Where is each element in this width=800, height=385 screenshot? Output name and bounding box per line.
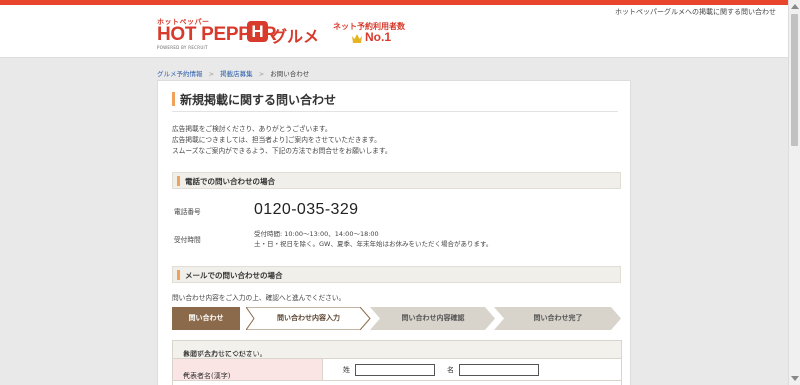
step-2-label: 問い合わせ内容入力: [277, 314, 340, 322]
phone-number[interactable]: 0120-035-329: [254, 201, 358, 219]
mail-section-heading: メールでの問い合わせの場合: [172, 266, 621, 283]
scroll-up-arrow-icon[interactable]: [791, 4, 799, 9]
intro-text: 広告掲載をご検討くださり、ありがとうございます。 広告掲載につきましては、担当者…: [172, 124, 392, 157]
step-4-label: 問い合わせ完了: [533, 314, 583, 322]
scroll-down-arrow-icon[interactable]: [791, 376, 799, 381]
intro-line: 広告掲載につきましては、担当者より]ご案内をさせていただきます。: [172, 136, 381, 144]
breadcrumb-separator: >: [208, 70, 215, 78]
last-name-input[interactable]: [355, 364, 435, 376]
business-hours: 受付時間: 10:00〜13:00、14:00〜18:00 土・日・祝日を除く。…: [254, 230, 493, 248]
progress-steps: 問い合わせ 問い合わせ内容入力 問い合わせ内容確認 問い合わせ完了: [172, 307, 622, 330]
main-content: 新規掲載に関する問い合わせ 広告掲載をご検討くださり、ありがとうございます。 広…: [157, 80, 631, 385]
required-mark: ※: [183, 371, 189, 379]
intro-line: 広告掲載をご検討くださり、ありがとうございます。: [172, 125, 332, 133]
rank-badge: ネット予約利用者数 No.1: [333, 21, 423, 51]
first-name-label: 名: [447, 366, 454, 374]
page-title-text: 新規掲載に関する問い合わせ: [180, 93, 337, 107]
form-notice: お問い合わせについて ※ は必ず入力してください。: [173, 341, 621, 359]
logo-h-icon: H: [247, 21, 268, 42]
breadcrumb-separator: >: [258, 70, 265, 78]
logo-gourmet-text: グルメ: [271, 27, 320, 46]
logo-powered-by: POWERED BY RECRUIT: [157, 45, 208, 50]
crown-icon: [352, 34, 362, 43]
rank-no1: No.1: [365, 30, 392, 44]
breadcrumb-item-gourmet[interactable]: グルメ予約情報: [157, 70, 203, 78]
phone-number-label: 電話番号: [174, 208, 201, 216]
phone-section-heading: 電話での問い合わせの場合: [172, 172, 621, 189]
step-3-label: 問い合わせ内容確認: [401, 314, 465, 322]
hours-label: 受付時間: [174, 236, 201, 244]
mail-intro-text: 問い合わせ内容をご入力の上、確認へと進んでください。: [172, 294, 346, 302]
inquiry-form: お問い合わせについて ※ は必ず入力してください。 代表者名(漢字) ※ 姓 名: [172, 340, 622, 385]
breadcrumb-item-current: お問い合わせ: [270, 70, 310, 78]
scrollbar-thumb[interactable]: [791, 14, 798, 146]
name-label-cell: 代表者名(漢字) ※: [173, 359, 323, 380]
step-1-label: 問い合わせ: [188, 314, 224, 322]
header-inquiry-link[interactable]: ホットペッパーグルメへの掲載に関する問い合わせ: [615, 7, 776, 17]
hotpepper-logo[interactable]: ホットペッパー HOT PEPPER H グルメ POWERED BY RECR…: [157, 17, 357, 53]
site-header: ホットペッパーグルメへの掲載に関する問い合わせ ホットペッパー HOT PEPP…: [0, 5, 788, 58]
first-name-input[interactable]: [459, 364, 539, 376]
intro-line: スムーズなご案内ができるよう、下記の方法でお問合せをお願いします。: [172, 147, 392, 155]
page-scrollbar[interactable]: [788, 0, 800, 385]
page-title: 新規掲載に関する問い合わせ: [172, 90, 618, 112]
form-row-name: 代表者名(漢字) ※ 姓 名: [173, 359, 621, 381]
breadcrumb-item-recruit[interactable]: 掲載店募集: [220, 70, 253, 78]
breadcrumb: グルメ予約情報 > 掲載店募集 > お問い合わせ: [157, 68, 309, 78]
last-name-label: 姓: [343, 366, 350, 374]
